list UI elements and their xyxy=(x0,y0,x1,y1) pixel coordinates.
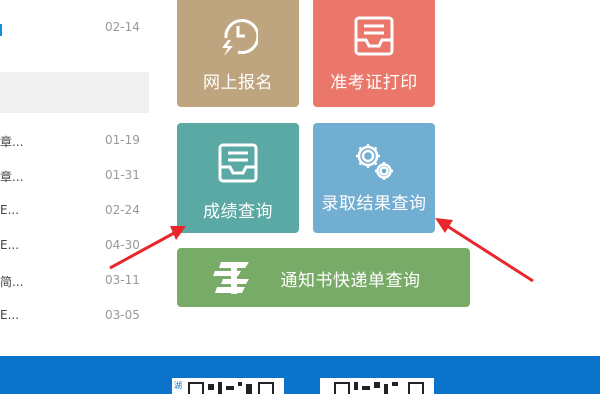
tile-label: 准考证打印 xyxy=(330,73,418,93)
clock-lightning-icon xyxy=(222,19,258,56)
tile-label: 通知书快递单查询 xyxy=(280,271,421,291)
news-title[interactable]: 章... xyxy=(0,168,23,185)
news-title[interactable]: E... xyxy=(0,308,19,322)
gears-icon xyxy=(356,144,393,180)
qr-code xyxy=(320,378,434,394)
news-title[interactable]: E... xyxy=(0,238,19,252)
news-item[interactable]: E... 04-30 xyxy=(0,236,150,256)
news-date: 04-30 xyxy=(105,238,140,252)
news-date: 02-24 xyxy=(105,203,140,217)
qr-tag: 湖 xyxy=(174,381,182,390)
notice-tracking-query-button[interactable]: 通知书快递单查询 xyxy=(177,248,470,307)
news-title[interactable]: 章... xyxy=(0,133,23,150)
news-item[interactable]: 章... 01-31 xyxy=(0,166,150,186)
inbox-tray-icon xyxy=(354,16,394,56)
admission-ticket-print-button[interactable]: 准考证打印 xyxy=(313,0,435,107)
qr-code: 湖 xyxy=(172,378,284,394)
news-item[interactable]: 02-14 xyxy=(0,18,150,38)
tile-label: 网上报名 xyxy=(203,73,273,93)
news-item[interactable]: E... 03-05 xyxy=(0,306,150,326)
news-highlight-row[interactable] xyxy=(0,72,149,113)
news-date: 03-05 xyxy=(105,308,140,322)
news-date: 02-14 xyxy=(105,20,140,34)
tile-label: 成绩查询 xyxy=(203,202,273,222)
news-item[interactable]: 简... 03-11 xyxy=(0,271,150,291)
tile-label: 录取结果查询 xyxy=(321,194,427,214)
news-title[interactable]: 简... xyxy=(0,273,23,290)
news-date: 01-19 xyxy=(105,133,140,147)
score-query-button[interactable]: 成绩查询 xyxy=(177,123,299,233)
news-list: 02-14 章... 01-19 章... 01-31 E... 02-24 E… xyxy=(0,0,150,356)
footer-bar: 湖 xyxy=(0,356,600,394)
inbox-tray-icon xyxy=(218,143,258,183)
news-date: 01-31 xyxy=(105,168,140,182)
news-item[interactable]: E... 02-24 xyxy=(0,201,150,221)
news-title[interactable]: E... xyxy=(0,203,19,217)
news-item[interactable]: 章... 01-19 xyxy=(0,131,150,151)
online-registration-button[interactable]: 网上报名 xyxy=(177,0,299,107)
news-date: 03-11 xyxy=(105,273,140,287)
admission-result-query-button[interactable]: 录取结果查询 xyxy=(313,123,435,233)
